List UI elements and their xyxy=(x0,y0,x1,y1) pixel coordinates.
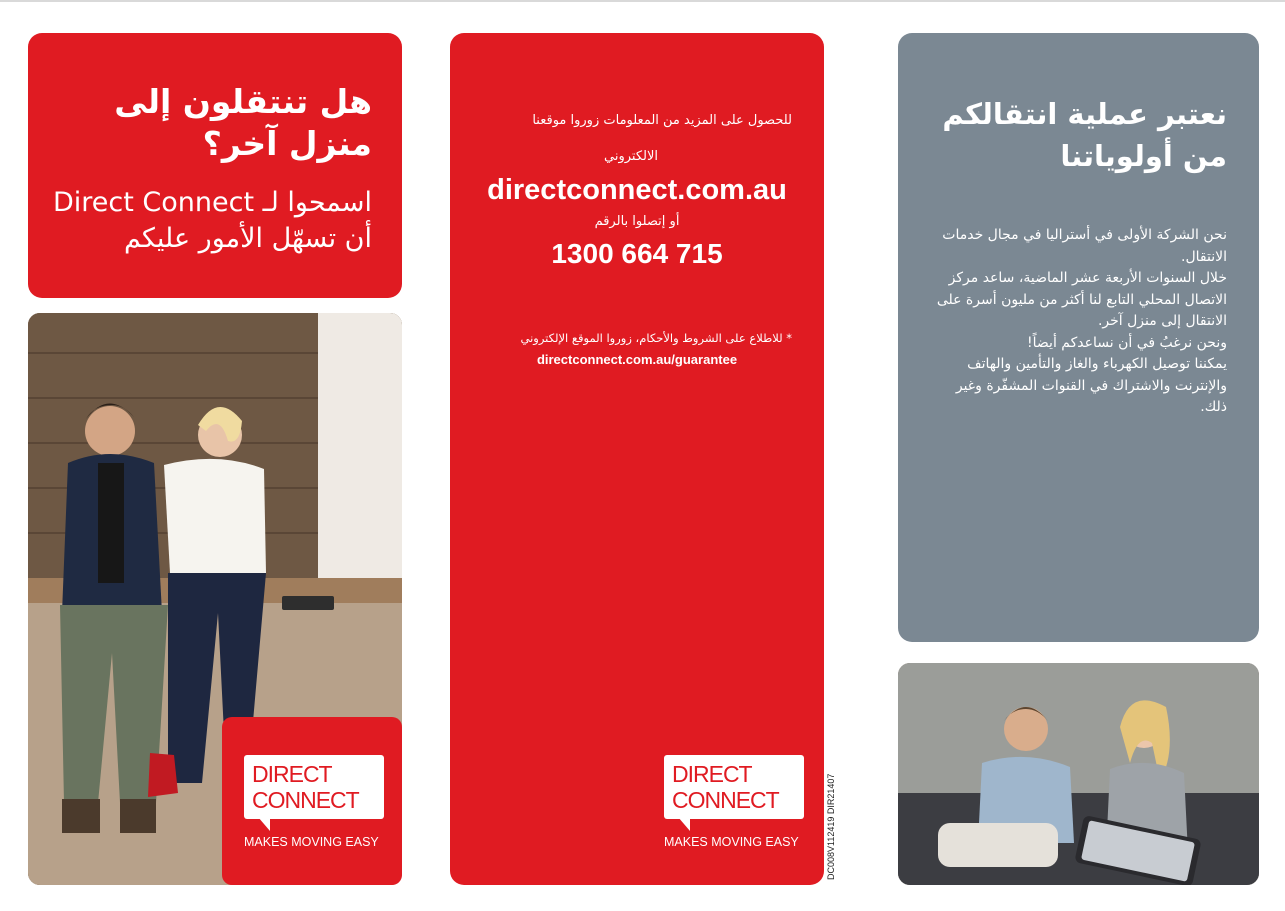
direct-connect-logo-box: DIRECT CONNECT MAKES MOVING EASY xyxy=(222,717,402,885)
body-paragraph: خلال السنوات الأربعة عشر الماضية، ساعد م… xyxy=(936,270,1227,329)
or-call-text: أو إتصلوا بالرقم xyxy=(594,214,680,229)
more-info-text-2: الالكتروني xyxy=(604,149,658,164)
terms-url-link[interactable]: directconnect.com.au/guarantee xyxy=(450,352,824,367)
logo-line-connect: CONNECT xyxy=(672,787,780,813)
contact-panel: للحصول على المزيد من المعلومات زوروا موق… xyxy=(450,33,824,885)
logo-tagline: MAKES MOVING EASY xyxy=(244,835,379,849)
couple-sofa-illustration xyxy=(898,663,1259,885)
intro-panel: هل تنتقلون إلى منزل آخر؟ اسمحوا لـ Direc… xyxy=(28,33,402,298)
logo-bubble-tail xyxy=(678,817,690,831)
logo-line-connect: CONNECT xyxy=(252,787,360,813)
intro-heading: هل تنتقلون إلى منزل آخر؟ xyxy=(114,82,372,163)
document-code: DC008V112419 DIR21407 xyxy=(826,773,836,880)
terms-text: * للاطلاع على الشروط والأحكام، زوروا الم… xyxy=(520,331,792,345)
couple-sofa-photo xyxy=(898,663,1259,885)
priority-heading: نعتبر عملية انتقالكم من أولوياتنا xyxy=(942,97,1227,173)
logo-speech-bubble: DIRECT CONNECT xyxy=(244,755,384,819)
priority-body: نحن الشركة الأولى في أستراليا في مجال خد… xyxy=(927,225,1227,419)
logo-bubble-tail xyxy=(258,817,270,831)
body-paragraph: نحن الشركة الأولى في أستراليا في مجال خد… xyxy=(942,227,1227,265)
logo-tagline: MAKES MOVING EASY xyxy=(664,835,799,849)
priority-panel: نعتبر عملية انتقالكم من أولوياتنا نحن ال… xyxy=(898,33,1259,642)
more-info-text: للحصول على المزيد من المعلومات زوروا موق… xyxy=(532,113,792,128)
phone-number[interactable]: 1300 664 715 xyxy=(450,238,824,270)
logo-speech-bubble: DIRECT CONNECT xyxy=(664,755,804,819)
logo-line-direct: DIRECT xyxy=(672,761,753,787)
website-link[interactable]: directconnect.com.au xyxy=(450,174,824,207)
body-paragraph: ونحن نرغبُ في أن نساعدكم أيضاً! xyxy=(1027,334,1227,351)
intro-subheading: اسمحوا لـ Direct Connect أن تسهّل الأمور… xyxy=(53,187,372,254)
body-paragraph: يمكننا توصيل الكهرباء والغاز والتأمين وا… xyxy=(955,356,1227,415)
top-border xyxy=(0,0,1285,2)
logo-line-direct: DIRECT xyxy=(252,761,333,787)
